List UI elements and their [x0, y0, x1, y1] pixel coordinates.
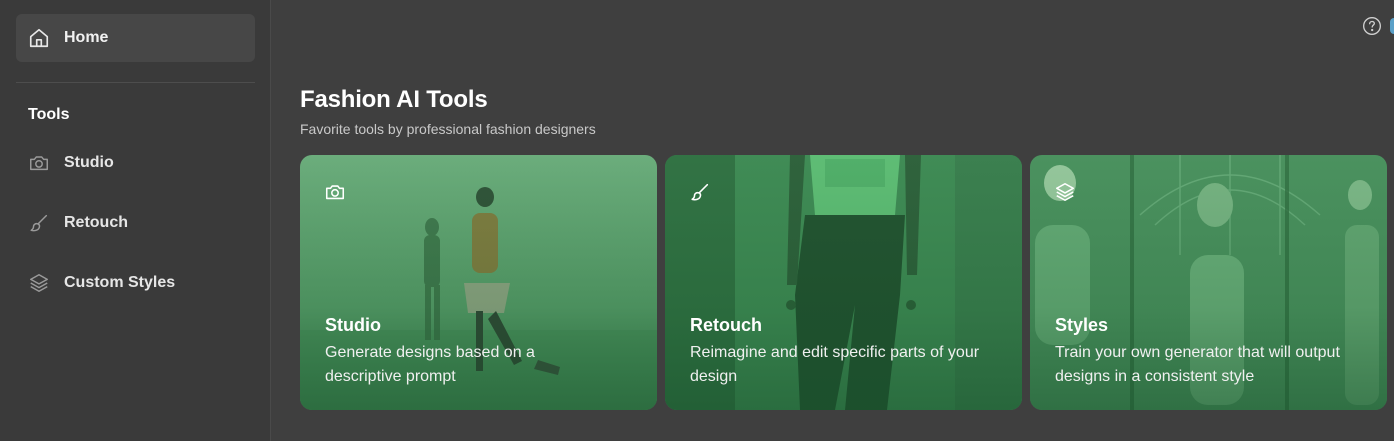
user-avatar[interactable]: [1390, 18, 1394, 34]
camera-icon: [28, 152, 50, 174]
sidebar-item-studio[interactable]: Studio: [28, 151, 114, 175]
camera-icon: [324, 181, 346, 203]
app-root: Home Tools Studio Retouch Custom Styles …: [0, 0, 1394, 441]
card-title: Styles: [1055, 315, 1109, 335]
sidebar-section-title: Tools: [28, 106, 70, 123]
sidebar: Home Tools Studio Retouch Custom Styles: [0, 0, 271, 441]
layers-icon: [1054, 181, 1076, 203]
card-title: Studio: [325, 315, 381, 335]
sidebar-item-label: Custom Styles: [64, 274, 176, 291]
home-icon: [28, 27, 50, 49]
layers-icon: [28, 272, 50, 294]
tool-card-styles[interactable]: Styles Train your own generator that wil…: [1030, 155, 1387, 410]
brush-icon: [28, 212, 50, 234]
sidebar-item-retouch[interactable]: Retouch: [28, 211, 128, 235]
card-description: Generate designs based on a descriptive …: [325, 344, 535, 385]
tool-card-studio[interactable]: Studio Generate designs based on a descr…: [300, 155, 657, 410]
card-title: Retouch: [690, 315, 762, 335]
sidebar-item-label: Retouch: [64, 214, 128, 231]
brush-icon: [689, 181, 711, 203]
sidebar-divider: [16, 82, 255, 83]
tool-card-retouch[interactable]: Retouch Reimagine and edit specific part…: [665, 155, 1022, 410]
sidebar-item-custom-styles[interactable]: Custom Styles: [28, 271, 175, 295]
help-circle-icon[interactable]: [1362, 16, 1382, 36]
card-description: Reimagine and edit specific parts of you…: [690, 344, 980, 385]
page-title: Fashion AI Tools: [300, 86, 488, 113]
sidebar-item-label: Studio: [64, 154, 114, 171]
page-subtitle: Favorite tools by professional fashion d…: [300, 121, 596, 137]
sidebar-item-home[interactable]: Home: [16, 14, 255, 62]
card-description: Train your own generator that will outpu…: [1055, 344, 1340, 385]
sidebar-item-label: Home: [64, 29, 109, 46]
